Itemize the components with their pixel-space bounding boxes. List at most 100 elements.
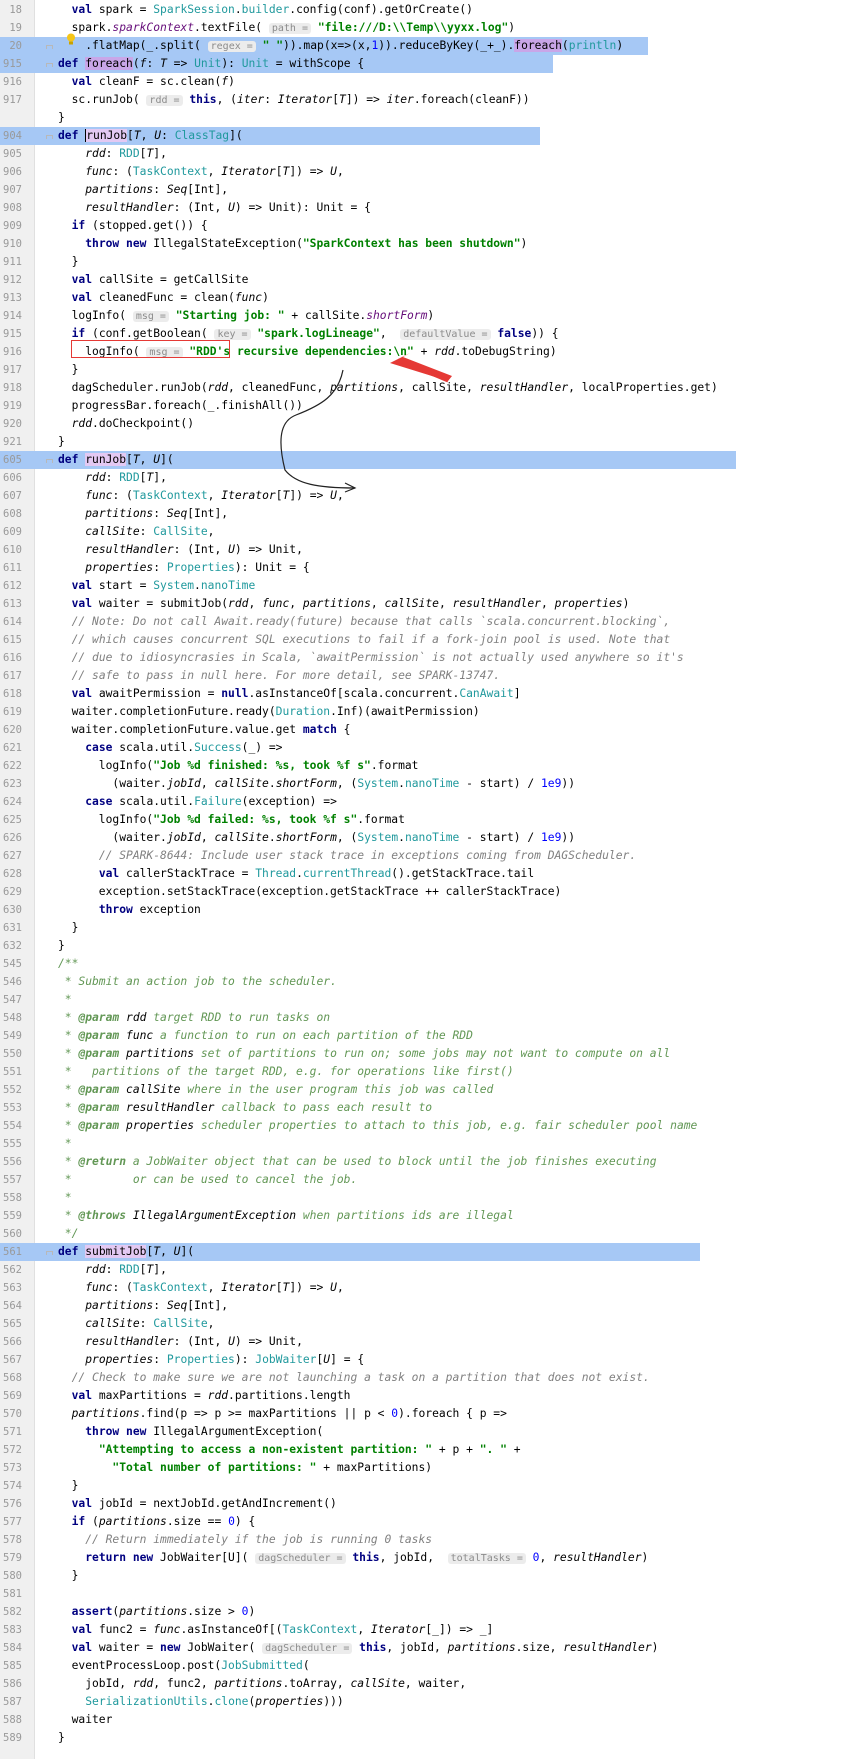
code-line[interactable]: 622 logInfo("Job %d finished: %s, took %… [0, 757, 860, 775]
code-line[interactable]: 563 func: (TaskContext, Iterator[T]) => … [0, 1279, 860, 1297]
code-line[interactable]: 579 return new JobWaiter[U]( dagSchedule… [0, 1549, 860, 1567]
code-line[interactable]: 911 } [0, 253, 860, 271]
code-line[interactable]: 613 val waiter = submitJob(rdd, func, pa… [0, 595, 860, 613]
code-line[interactable]: 567 properties: Properties): JobWaiter[U… [0, 1351, 860, 1369]
code-line[interactable]: 549 * @param func a function to run on e… [0, 1027, 860, 1045]
code-line[interactable]: 615 // which causes concurrent SQL execu… [0, 631, 860, 649]
code-line[interactable]: 576 val jobId = nextJobId.getAndIncremen… [0, 1495, 860, 1513]
code-line[interactable]: 553 * @param resultHandler callback to p… [0, 1099, 860, 1117]
code-line[interactable]: 550 * @param partitions set of partition… [0, 1045, 860, 1063]
code-line[interactable]: 568 // Check to make sure we are not lau… [0, 1369, 860, 1387]
code-line[interactable]: 617 // safe to pass in null here. For mo… [0, 667, 860, 685]
code-line[interactable]: 581 [0, 1585, 860, 1603]
code-line[interactable]: 577 if (partitions.size == 0) { [0, 1513, 860, 1531]
code-line[interactable]: 564 partitions: Seq[Int], [0, 1297, 860, 1315]
lightbulb-icon[interactable] [66, 33, 76, 46]
code-line[interactable]: 558 * [0, 1189, 860, 1207]
code-line[interactable]: 565 callSite: CallSite, [0, 1315, 860, 1333]
code-line[interactable]: 612 val start = System.nanoTime [0, 577, 860, 595]
fold-toggle-icon[interactable] [44, 55, 54, 73]
code-line[interactable]: 908 resultHandler: (Int, U) => Unit): Un… [0, 199, 860, 217]
code-line[interactable]: 627 // SPARK-8644: Include user stack tr… [0, 847, 860, 865]
code-line[interactable]: 580 } [0, 1567, 860, 1585]
code-line[interactable]: 912 val callSite = getCallSite [0, 271, 860, 289]
code-line[interactable]: 628 val callerStackTrace = Thread.curren… [0, 865, 860, 883]
code-line[interactable]: 587 SerializationUtils.clone(properties)… [0, 1693, 860, 1711]
code-line[interactable]: 548 * @param rdd target RDD to run tasks… [0, 1009, 860, 1027]
code-line[interactable]: 585 eventProcessLoop.post(JobSubmitted( [0, 1657, 860, 1675]
code-line[interactable]: 917 } [0, 361, 860, 379]
code-line[interactable]: 621 case scala.util.Success(_) => [0, 739, 860, 757]
code-line[interactable]: 570 partitions.find(p => p >= maxPartiti… [0, 1405, 860, 1423]
code-line[interactable]: 614 // Note: Do not call Await.ready(fut… [0, 613, 860, 631]
code-line[interactable]: 557 * or can be used to cancel the job. [0, 1171, 860, 1189]
code-line[interactable]: 574 } [0, 1477, 860, 1495]
fold-toggle-icon[interactable] [44, 451, 54, 469]
code-line[interactable]: 573 "Total number of partitions: " + max… [0, 1459, 860, 1477]
fold-toggle-icon[interactable] [44, 37, 54, 55]
code-line[interactable]: 608 partitions: Seq[Int], [0, 505, 860, 523]
code-line[interactable]: 559 * @throws IllegalArgumentException w… [0, 1207, 860, 1225]
code-line[interactable]: 569 val maxPartitions = rdd.partitions.l… [0, 1387, 860, 1405]
code-line[interactable]: 616 // due to idiosyncrasies in Scala, `… [0, 649, 860, 667]
code-line[interactable]: 571 throw new IllegalArgumentException( [0, 1423, 860, 1441]
code-line[interactable]: 619 waiter.completionFuture.ready(Durati… [0, 703, 860, 721]
code-line[interactable]: 551 * partitions of the target RDD, e.g.… [0, 1063, 860, 1081]
code-line[interactable]: 920 rdd.doCheckpoint() [0, 415, 860, 433]
code-line[interactable]: 586 jobId, rdd, func2, partitions.toArra… [0, 1675, 860, 1693]
code-line[interactable]: 611 properties: Properties): Unit = { [0, 559, 860, 577]
code-line[interactable]: 906 func: (TaskContext, Iterator[T]) => … [0, 163, 860, 181]
code-line[interactable]: 905 rdd: RDD[T], [0, 145, 860, 163]
code-line[interactable]: 623 (waiter.jobId, callSite.shortForm, (… [0, 775, 860, 793]
code-line[interactable]: 555 * [0, 1135, 860, 1153]
code-line[interactable]: 583 val func2 = func.asInstanceOf[(TaskC… [0, 1621, 860, 1639]
code-line[interactable]: 609 callSite: CallSite, [0, 523, 860, 541]
code-line[interactable]: 582 assert(partitions.size > 0) [0, 1603, 860, 1621]
code-line[interactable]: 572 "Attempting to access a non-existent… [0, 1441, 860, 1459]
code-line[interactable]: 18 val spark = SparkSession.builder.conf… [0, 1, 860, 19]
code-line[interactable]: 554 * @param properties scheduler proper… [0, 1117, 860, 1135]
code-line[interactable]: 624 case scala.util.Failure(exception) =… [0, 793, 860, 811]
code-line[interactable]: 625 logInfo("Job %d failed: %s, took %f … [0, 811, 860, 829]
code-line[interactable]: 546 * Submit an action job to the schedu… [0, 973, 860, 991]
code-line[interactable]: 919 progressBar.foreach(_.finishAll()) [0, 397, 860, 415]
code-line[interactable]: 560 */ [0, 1225, 860, 1243]
fold-toggle-icon[interactable] [44, 1243, 54, 1261]
code-line[interactable]: 918 dagScheduler.runJob(rdd, cleanedFunc… [0, 379, 860, 397]
code-line[interactable]: 631 } [0, 919, 860, 937]
code-line[interactable]: 921} [0, 433, 860, 451]
code-line[interactable]: 556 * @return a JobWaiter object that ca… [0, 1153, 860, 1171]
code-line[interactable]: 589} [0, 1729, 860, 1747]
code-line[interactable]: } [0, 109, 860, 127]
highlighted-code-line[interactable]: 561 def submitJob[T, U]( [0, 1243, 860, 1261]
code-line[interactable]: 607 func: (TaskContext, Iterator[T]) => … [0, 487, 860, 505]
highlighted-code-line[interactable]: 20 .flatMap(_.split( regex = " ")).map(x… [0, 37, 860, 55]
code-line[interactable]: 916 val cleanF = sc.clean(f) [0, 73, 860, 91]
highlighted-code-line[interactable]: 915 def foreach(f: T => Unit): Unit = wit… [0, 55, 860, 73]
code-line[interactable]: 630 throw exception [0, 901, 860, 919]
code-line[interactable]: 552 * @param callSite where in the user … [0, 1081, 860, 1099]
code-line[interactable]: 626 (waiter.jobId, callSite.shortForm, (… [0, 829, 860, 847]
code-line[interactable]: 629 exception.setStackTrace(exception.ge… [0, 883, 860, 901]
code-line[interactable]: 545 /** [0, 955, 860, 973]
code-line[interactable]: 566 resultHandler: (Int, U) => Unit, [0, 1333, 860, 1351]
code-line[interactable]: 913 val cleanedFunc = clean(func) [0, 289, 860, 307]
code-line[interactable]: 19 spark.sparkContext.textFile( path = "… [0, 19, 860, 37]
highlighted-code-line[interactable]: 904 def runJob[T, U: ClassTag]( [0, 127, 860, 145]
code-line[interactable]: 914 logInfo( msg = "Starting job: " + ca… [0, 307, 860, 325]
code-line[interactable]: 917 sc.runJob( rdd = this, (iter: Iterat… [0, 91, 860, 109]
code-line[interactable]: 909 if (stopped.get()) { [0, 217, 860, 235]
code-line[interactable]: 610 resultHandler: (Int, U) => Unit, [0, 541, 860, 559]
code-line[interactable]: 618 val awaitPermission = null.asInstanc… [0, 685, 860, 703]
code-line[interactable]: 620 waiter.completionFuture.value.get ma… [0, 721, 860, 739]
highlighted-code-line[interactable]: 605 def runJob[T, U]( [0, 451, 860, 469]
code-line[interactable]: 910 throw new IllegalStateException("Spa… [0, 235, 860, 253]
code-line[interactable]: 632} [0, 937, 860, 955]
code-editor[interactable]: 18 val spark = SparkSession.builder.conf… [0, 0, 860, 1759]
code-line[interactable]: 562 rdd: RDD[T], [0, 1261, 860, 1279]
code-line[interactable]: 584 val waiter = new JobWaiter( dagSched… [0, 1639, 860, 1657]
code-line[interactable]: 547 * [0, 991, 860, 1009]
code-line[interactable]: 606 rdd: RDD[T], [0, 469, 860, 487]
code-line[interactable]: 588 waiter [0, 1711, 860, 1729]
code-line[interactable]: 907 partitions: Seq[Int], [0, 181, 860, 199]
